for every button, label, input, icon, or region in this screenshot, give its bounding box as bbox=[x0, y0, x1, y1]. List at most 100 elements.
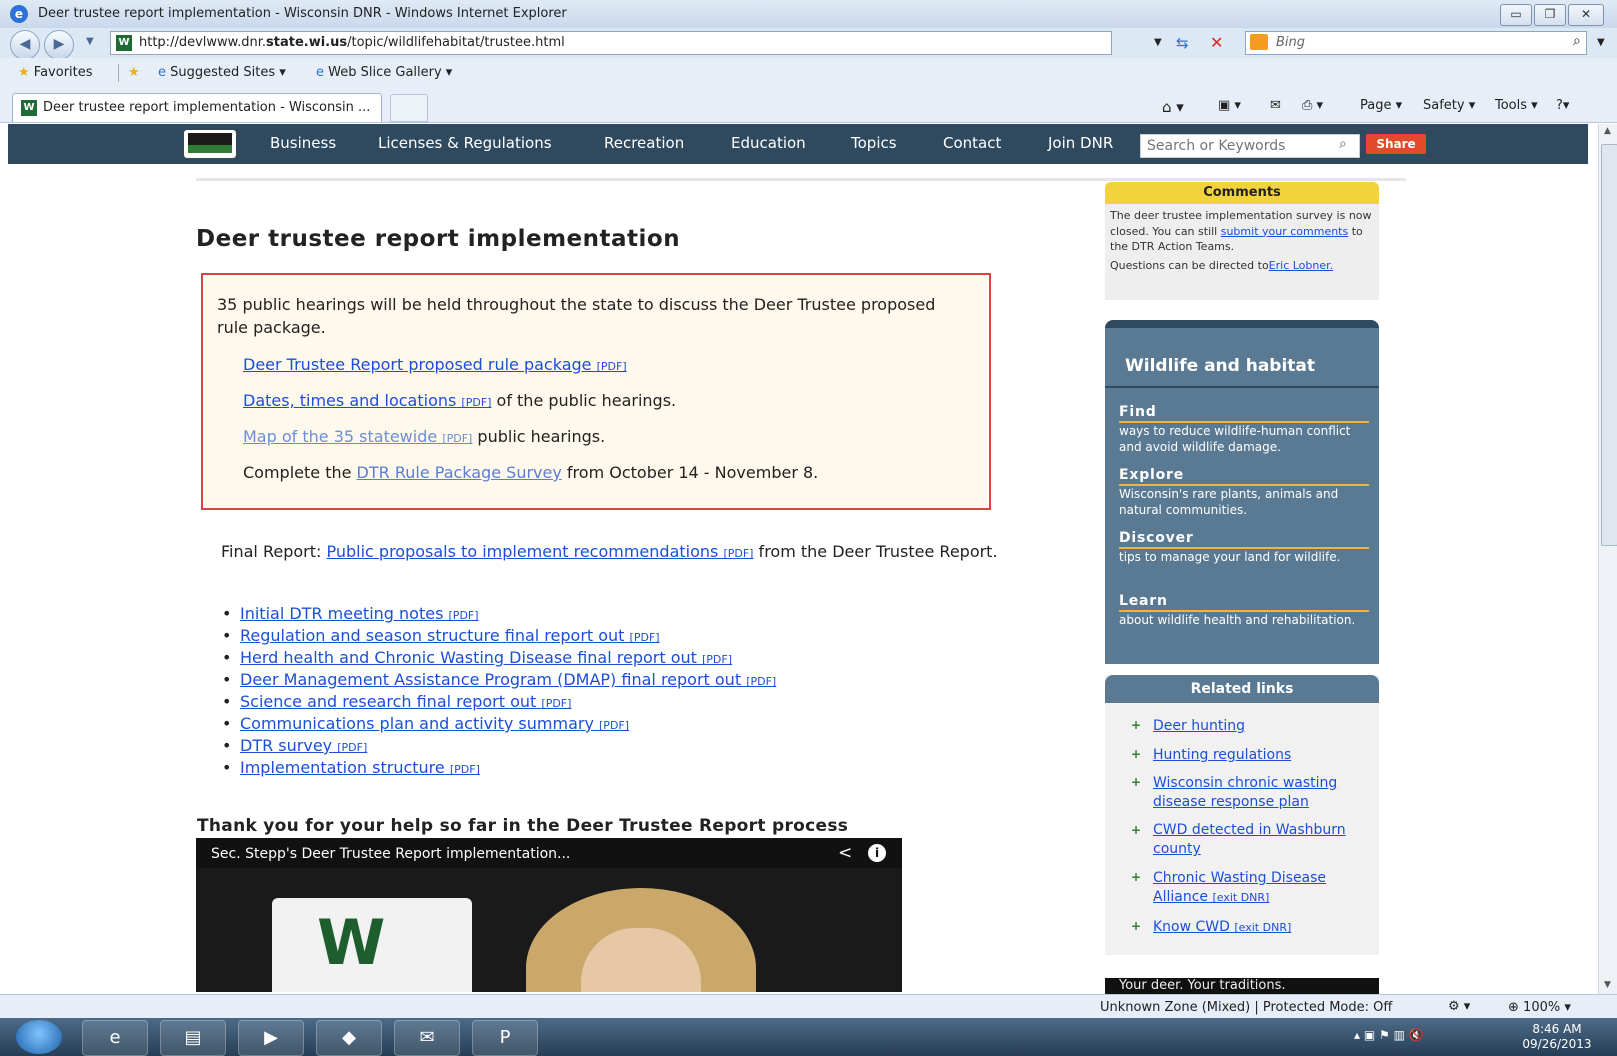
scroll-up-icon[interactable]: ▲ bbox=[1604, 126, 1611, 136]
submit-comments-link[interactable]: submit your comments bbox=[1221, 225, 1349, 238]
wildlife-section-find[interactable]: Find ways to reduce wildlife-human confl… bbox=[1119, 404, 1369, 455]
nav-business[interactable]: Business bbox=[270, 134, 336, 152]
report-link[interactable]: Regulation and season structure final re… bbox=[240, 626, 660, 645]
search-icon[interactable]: ⌕ bbox=[1339, 136, 1347, 152]
tools-menu[interactable]: Tools ▾ bbox=[1495, 98, 1538, 113]
plus-icon: + bbox=[1131, 718, 1142, 732]
related-link-hunting-regulations[interactable]: Hunting regulations bbox=[1153, 746, 1373, 765]
share-icon[interactable]: < bbox=[838, 843, 852, 863]
address-url: http://devlwww.dnr.state.wi.us/topic/wil… bbox=[139, 35, 565, 50]
related-link-know-cwd[interactable]: Know CWD [exit DNR] bbox=[1153, 918, 1373, 937]
page-menu[interactable]: Page ▾ bbox=[1360, 98, 1402, 113]
search-input[interactable]: Bing bbox=[1245, 31, 1587, 55]
system-clock[interactable]: 8:46 AM 09/26/2013 bbox=[1512, 1022, 1602, 1052]
video-title: Sec. Stepp's Deer Trustee Report impleme… bbox=[211, 846, 571, 862]
address-dropdown-icon[interactable]: ▼ bbox=[1154, 37, 1162, 48]
sticky-notes-taskbar-icon[interactable]: ◆ bbox=[316, 1020, 382, 1056]
list-item: • Communications plan and activity summar… bbox=[222, 714, 630, 733]
dnr-logo-image: W bbox=[272, 898, 472, 992]
tab-label: Deer trustee report implementation - Wis… bbox=[43, 100, 371, 115]
ie-taskbar-icon[interactable]: e bbox=[82, 1020, 148, 1056]
explorer-taskbar-icon[interactable]: ▤ bbox=[160, 1020, 226, 1056]
scroll-down-icon[interactable]: ▼ bbox=[1604, 980, 1611, 990]
report-link[interactable]: Initial DTR meeting notes [PDF] bbox=[240, 604, 479, 623]
scrollbar-thumb[interactable] bbox=[1601, 144, 1617, 546]
nav-contact[interactable]: Contact bbox=[943, 134, 1001, 152]
thanks-heading: Thank you for your help so far in the De… bbox=[197, 816, 849, 836]
close-window-button[interactable]: ✕ bbox=[1568, 4, 1604, 26]
restore-button[interactable]: ❐ bbox=[1534, 4, 1566, 26]
rule-package-survey-link[interactable]: DTR Rule Package Survey bbox=[357, 463, 562, 482]
report-link[interactable]: Implementation structure [PDF] bbox=[240, 758, 480, 777]
report-link[interactable]: Communications plan and activity summary… bbox=[240, 714, 629, 733]
help-icon[interactable]: ?▾ bbox=[1556, 98, 1569, 113]
minimize-button[interactable]: ▭ bbox=[1500, 4, 1532, 26]
search-icon[interactable]: ⌕ bbox=[1573, 33, 1581, 49]
video-player[interactable]: W Sec. Stepp's Deer Trustee Report imple… bbox=[196, 838, 902, 992]
comments-body: The deer trustee implementation survey i… bbox=[1110, 209, 1372, 272]
plus-icon: + bbox=[1131, 775, 1142, 789]
back-button[interactable]: ◀ bbox=[10, 30, 40, 60]
forward-button[interactable]: ▶ bbox=[44, 30, 74, 60]
favorites-button[interactable]: ★ Favorites bbox=[18, 65, 93, 80]
notice-line-1: Deer Trustee Report proposed rule packag… bbox=[243, 355, 627, 374]
media-player-taskbar-icon[interactable]: ▶ bbox=[238, 1020, 304, 1056]
vertical-scrollbar[interactable]: ▲ ▼ bbox=[1598, 124, 1617, 994]
nav-licenses-regulations[interactable]: Licenses & Regulations bbox=[378, 134, 552, 152]
sidebar-video-strip[interactable]: Your deer. Your traditions. bbox=[1105, 978, 1379, 994]
protected-mode-icon[interactable]: ⚙ ▾ bbox=[1448, 999, 1470, 1014]
nav-join-dnr[interactable]: Join DNR bbox=[1048, 134, 1113, 152]
home-icon[interactable]: ⌂ ▾ bbox=[1162, 98, 1184, 116]
search-options-icon[interactable]: ▼ bbox=[1597, 37, 1605, 48]
list-item: • Initial DTR meeting notes [PDF] bbox=[222, 604, 479, 623]
address-input[interactable]: W http://devlwww.dnr.state.wi.us/topic/w… bbox=[110, 31, 1112, 55]
windows-taskbar: e ▤ ▶ ◆ ✉ P ▴ ▣ ⚑ ▥ 🔇 8:46 AM 09/26/2013 bbox=[0, 1018, 1617, 1056]
wildlife-section-learn[interactable]: Learn about wildlife health and rehabili… bbox=[1119, 593, 1369, 629]
info-icon[interactable]: i bbox=[868, 844, 886, 862]
list-item: • Science and research final report out [… bbox=[222, 692, 572, 711]
public-proposals-link[interactable]: Public proposals to implement recommenda… bbox=[326, 542, 753, 561]
suggested-sites-button[interactable]: e Suggested Sites ▾ bbox=[158, 65, 286, 80]
feeds-icon[interactable]: ▣ ▾ bbox=[1218, 98, 1241, 113]
favorites-bar: ★ Favorites ★ e Suggested Sites ▾ e Web … bbox=[0, 58, 1617, 88]
add-favorites-icon[interactable]: ★ bbox=[128, 65, 140, 80]
share-button[interactable]: Share bbox=[1366, 134, 1426, 154]
related-link-cwd-washburn[interactable]: CWD detected in Washburn county bbox=[1153, 821, 1373, 859]
outlook-taskbar-icon[interactable]: ✉ bbox=[394, 1020, 460, 1056]
related-link-cwd-response-plan[interactable]: Wisconsin chronic wasting disease respon… bbox=[1153, 774, 1373, 812]
wildlife-section-discover[interactable]: Discover tips to manage your land for wi… bbox=[1119, 530, 1369, 566]
wildlife-section-explore[interactable]: Explore Wisconsin's rare plants, animals… bbox=[1119, 467, 1369, 518]
site-search-input[interactable] bbox=[1145, 136, 1334, 156]
mail-icon[interactable]: ✉ bbox=[1270, 98, 1281, 113]
rule-package-link[interactable]: Deer Trustee Report proposed rule packag… bbox=[243, 355, 627, 374]
related-links-box: Related links + Deer hunting + Hunting r… bbox=[1105, 675, 1379, 955]
tray-icons[interactable]: ▴ ▣ ⚑ ▥ 🔇 bbox=[1354, 1028, 1424, 1042]
powerpoint-taskbar-icon[interactable]: P bbox=[472, 1020, 538, 1056]
status-bar: Unknown Zone (Mixed) | Protected Mode: O… bbox=[0, 994, 1617, 1019]
zoom-level[interactable]: ⊕ 100% ▾ bbox=[1508, 1000, 1571, 1015]
eric-lobner-link[interactable]: Eric Lobner. bbox=[1269, 259, 1333, 272]
report-link[interactable]: Science and research final report out [P… bbox=[240, 692, 571, 711]
new-tab-button[interactable] bbox=[390, 94, 428, 122]
print-icon[interactable]: ⎙ ▾ bbox=[1302, 98, 1323, 113]
site-search-box: ⌕ bbox=[1140, 134, 1360, 158]
stop-icon[interactable]: ✕ bbox=[1210, 33, 1223, 52]
nav-education[interactable]: Education bbox=[731, 134, 806, 152]
start-button[interactable] bbox=[16, 1020, 62, 1054]
list-item: • Herd health and Chronic Wasting Disease… bbox=[222, 648, 733, 667]
statewide-map-link[interactable]: Map of the 35 statewide [PDF] bbox=[243, 427, 472, 446]
report-link[interactable]: Deer Management Assistance Program (DMAP… bbox=[240, 670, 776, 689]
dnr-logo[interactable] bbox=[184, 130, 236, 158]
nav-topics[interactable]: Topics bbox=[851, 134, 897, 152]
related-link-deer-hunting[interactable]: Deer hunting bbox=[1153, 717, 1373, 736]
refresh-icon[interactable]: ⇆ bbox=[1176, 34, 1189, 52]
dates-times-link[interactable]: Dates, times and locations [PDF] bbox=[243, 391, 491, 410]
report-link[interactable]: Herd health and Chronic Wasting Disease … bbox=[240, 648, 732, 667]
related-link-cwd-alliance[interactable]: Chronic Wasting Disease Alliance [exit D… bbox=[1153, 869, 1373, 907]
tab-active[interactable]: W Deer trustee report implementation - W… bbox=[12, 93, 382, 122]
web-slice-gallery-button[interactable]: e Web Slice Gallery ▾ bbox=[316, 65, 452, 80]
nav-recreation[interactable]: Recreation bbox=[604, 134, 684, 152]
safety-menu[interactable]: Safety ▾ bbox=[1423, 98, 1475, 113]
report-link[interactable]: DTR survey [PDF] bbox=[240, 736, 367, 755]
recent-pages-dropdown-icon[interactable]: ▼ bbox=[86, 36, 94, 47]
